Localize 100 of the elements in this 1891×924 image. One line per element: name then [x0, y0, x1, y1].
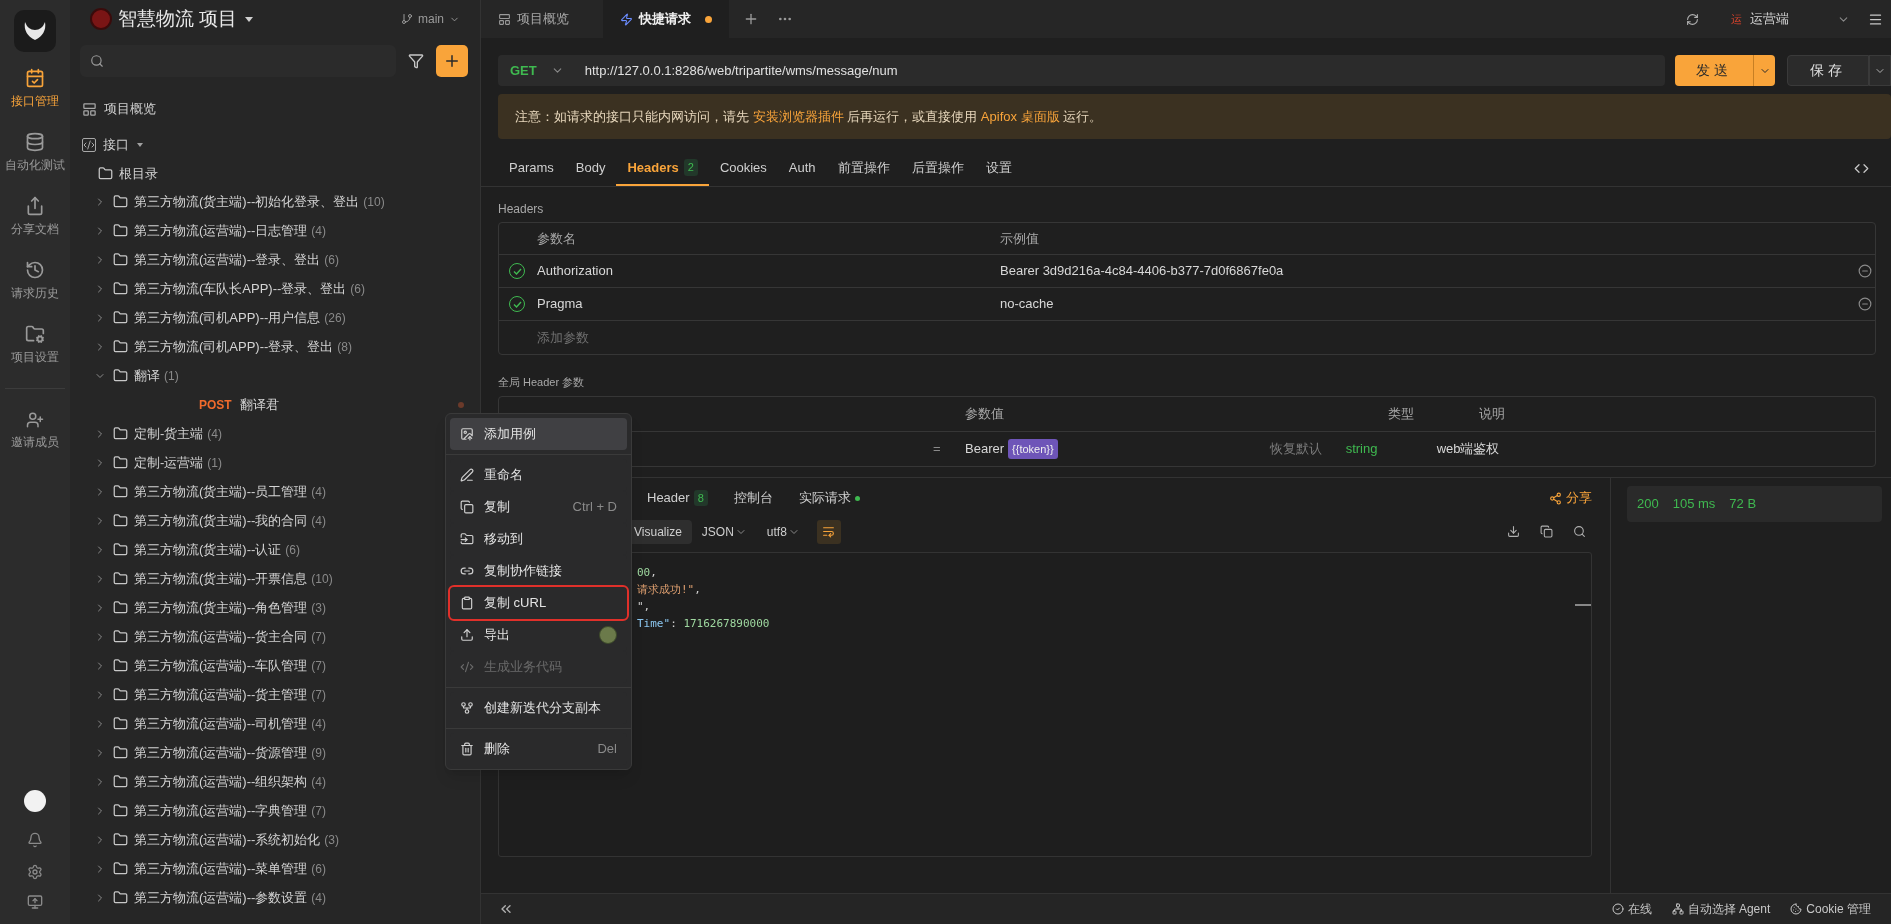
request-tab[interactable]: Params: [498, 151, 565, 186]
table-cell-text: string: [1345, 440, 1379, 459]
editor-tab[interactable]: 项目概览: [481, 0, 603, 38]
overview-icon: [82, 101, 97, 117]
folder-icon: [113, 455, 128, 470]
refresh-icon[interactable]: [1686, 12, 1699, 26]
request-tab[interactable]: 后置操作: [900, 151, 975, 186]
add-button[interactable]: [436, 45, 468, 77]
editor-tab[interactable]: 快捷请求: [603, 0, 729, 38]
tree-root[interactable]: 根目录: [70, 160, 480, 187]
url-field[interactable]: GET http://127.0.0.1:8286/web/tripartite/wms/message/num: [498, 55, 1665, 86]
activity-item[interactable]: 接口管理: [11, 68, 59, 110]
invite-button[interactable]: 邀请成员: [11, 411, 59, 451]
encoding-selector[interactable]: utf8: [766, 522, 800, 541]
response-tab[interactable]: 控制台: [733, 488, 773, 508]
code-line: ",: [637, 599, 651, 615]
caret-icon[interactable]: [245, 16, 254, 22]
request-tab[interactable]: Headers 2: [616, 151, 709, 186]
folder-icon: [460, 532, 474, 546]
menu-item[interactable]: 复制 cURL: [450, 587, 627, 619]
trash-icon: [460, 742, 474, 756]
branch-selector[interactable]: main: [401, 10, 460, 28]
calendar-icon: [25, 68, 45, 88]
overview-icon: [498, 12, 511, 26]
tree-folder[interactable]: 第三方物流(司机APP)--登录、登出 (8): [70, 332, 480, 361]
request-tab[interactable]: Body: [564, 151, 617, 186]
tree-folder[interactable]: 第三方物流(运营端)--字典管理 (7): [70, 796, 480, 825]
copy-icon[interactable]: [1540, 525, 1553, 538]
filter-icon[interactable]: [408, 53, 424, 69]
activity-item[interactable]: 请求历史: [11, 260, 59, 302]
request-tab[interactable]: 设置: [974, 151, 1023, 186]
online-icon: [1611, 903, 1624, 915]
request-tab[interactable]: Auth: [777, 151, 827, 186]
tree-folder[interactable]: 第三方物流(司机APP)--用户信息 (26): [70, 303, 480, 332]
format-selector[interactable]: JSON: [701, 522, 747, 541]
status-item[interactable]: Cookie 管理: [1790, 900, 1871, 918]
menu-icon[interactable]: [1868, 11, 1883, 27]
status-item[interactable]: 在线: [1611, 900, 1652, 918]
folder-icon: [113, 194, 128, 209]
project-title[interactable]: 智慧物流 项目: [118, 4, 238, 34]
folder-icon: [113, 716, 128, 731]
share-icon: [1549, 491, 1562, 505]
tree-folder[interactable]: 第三方物流(运营端)--组织架构 (4): [70, 767, 480, 796]
share-button[interactable]: 分享: [1549, 488, 1592, 508]
tree-folder[interactable]: 第三方物流(货主端)--初始化登录、登出 (10): [70, 187, 480, 216]
notice-link[interactable]: 安装浏览器插件: [752, 108, 844, 124]
code-line: 00,: [637, 565, 657, 581]
folder-icon: [113, 339, 128, 354]
avatar[interactable]: [24, 790, 46, 812]
response-tab[interactable]: Header 8: [647, 488, 708, 508]
caret-icon[interactable]: [137, 143, 143, 147]
activity-item[interactable]: 分享文档: [11, 196, 59, 238]
monitor-icon[interactable]: [27, 894, 43, 910]
upload-icon: [460, 427, 474, 441]
tree-folder[interactable]: 第三方物流(车队长APP)--登录、登出 (6): [70, 274, 480, 303]
menu-item[interactable]: 添加用例: [450, 418, 627, 450]
code-icon[interactable]: [1854, 161, 1869, 176]
search-field[interactable]: [80, 45, 396, 77]
tree-folder[interactable]: 第三方物流(运营端)--登录、登出 (6): [70, 245, 480, 274]
tree-folder[interactable]: 翻译 (1): [70, 361, 480, 390]
request-tab[interactable]: Cookies: [708, 151, 778, 186]
send-button[interactable]: 发送: [1675, 55, 1753, 86]
remove-icon[interactable]: [1858, 264, 1872, 278]
folder-icon: [113, 861, 128, 876]
folder-icon: [113, 252, 128, 267]
clipboard-icon: [460, 596, 474, 610]
save-button[interactable]: 保存: [1787, 55, 1869, 86]
link-icon: [460, 564, 474, 578]
tree-folder[interactable]: 第三方物流(运营端)--日志管理 (4): [70, 216, 480, 245]
branch-icon: [401, 13, 413, 25]
new-tab-icon[interactable]: [743, 11, 759, 27]
response-tab[interactable]: 实际请求: [798, 488, 860, 508]
export-icon: [460, 628, 474, 642]
status-code: 200: [1637, 495, 1659, 514]
search-icon[interactable]: [1573, 525, 1586, 538]
activity-item[interactable]: 项目设置: [11, 324, 59, 366]
folder-icon: [113, 542, 128, 557]
reset-link[interactable]: 恢复默认: [1269, 439, 1346, 459]
notification-icon[interactable]: [27, 832, 43, 848]
status-item[interactable]: 自动选择 Agent: [1671, 900, 1771, 918]
folder-icon: [113, 600, 128, 615]
notice-link[interactable]: Apifox 桌面版: [980, 108, 1060, 124]
folder-icon: [113, 368, 128, 383]
nav-item[interactable]: 接口: [70, 130, 480, 160]
settings-icon[interactable]: [27, 864, 43, 880]
tree-folder[interactable]: 第三方物流(运营端)--参数设置 (4): [70, 883, 480, 912]
folder-icon: [113, 832, 128, 847]
wrap-toggle[interactable]: [816, 519, 841, 544]
pen-icon: [460, 468, 474, 482]
activity-item[interactable]: 自动化测试: [5, 132, 65, 174]
network-icon: [1671, 903, 1684, 915]
download-icon[interactable]: [1507, 525, 1520, 538]
environment-selector[interactable]: 运 运营端: [1721, 4, 1860, 34]
nav-item[interactable]: 项目概览: [70, 94, 480, 124]
tree-request[interactable]: POST 翻译君: [70, 390, 480, 419]
tree-folder[interactable]: 第三方物流(运营端)--菜单管理 (6): [70, 854, 480, 883]
remove-icon[interactable]: [1858, 297, 1872, 311]
app-logo[interactable]: [14, 10, 56, 52]
request-tab[interactable]: 前置操作: [826, 151, 901, 186]
tree-folder[interactable]: 第三方物流(运营端)--系统初始化 (3): [70, 825, 480, 854]
